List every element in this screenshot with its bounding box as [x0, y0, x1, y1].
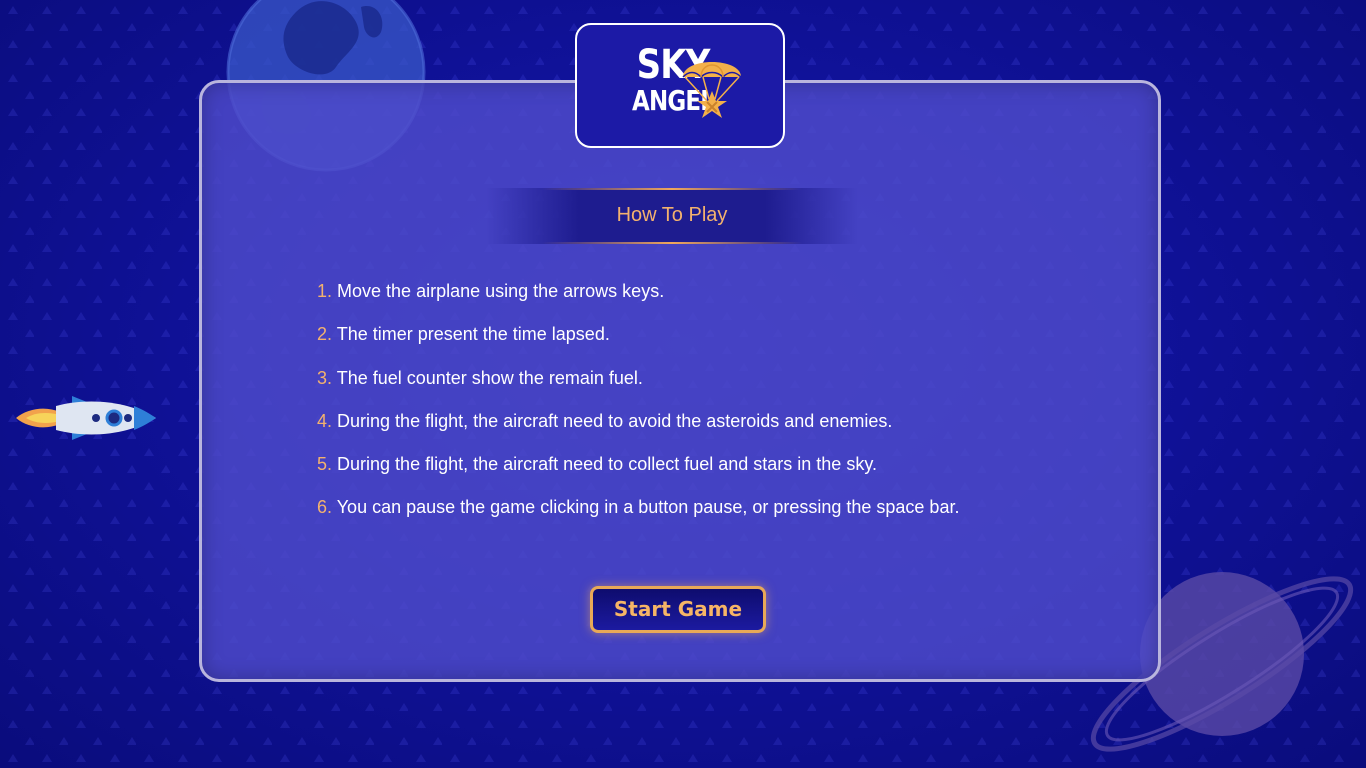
item-number: 6. [317, 497, 333, 518]
item-text: During the flight, the aircraft need to … [337, 454, 877, 475]
list-item: 3. The fuel counter show the remain fuel… [317, 365, 959, 408]
sky-angel-logo: SKY ANGEL [575, 23, 785, 148]
list-item: 5. During the flight, the aircraft need … [317, 451, 959, 494]
page-title: How To Play [616, 204, 728, 226]
title-band: How To Play [486, 188, 858, 244]
item-text: The fuel counter show the remain fuel. [336, 367, 643, 388]
start-game-button[interactable]: Start Game [590, 586, 766, 633]
list-item: 4. During the flight, the aircraft need … [317, 408, 959, 451]
list-item: 1. Move the airplane using the arrows ke… [317, 278, 959, 321]
item-number: 4. [317, 410, 333, 431]
list-item: 2. The timer present the time lapsed. [317, 321, 959, 364]
rocket-decoration [16, 396, 156, 440]
item-text: Move the airplane using the arrows keys. [337, 281, 665, 301]
instructions-list: 1. Move the airplane using the arrows ke… [317, 278, 959, 538]
parachute-star-icon [682, 62, 742, 118]
item-number: 3. [317, 367, 333, 388]
item-text: During the flight, the aircraft need to … [337, 410, 893, 431]
list-item: 6. You can pause the game clicking in a … [317, 494, 959, 537]
item-number: 2. [317, 324, 333, 345]
item-text: You can pause the game clicking in a but… [336, 497, 960, 518]
item-number: 5. [317, 454, 333, 475]
item-text: The timer present the time lapsed. [336, 324, 610, 345]
item-number: 1. [317, 281, 333, 301]
